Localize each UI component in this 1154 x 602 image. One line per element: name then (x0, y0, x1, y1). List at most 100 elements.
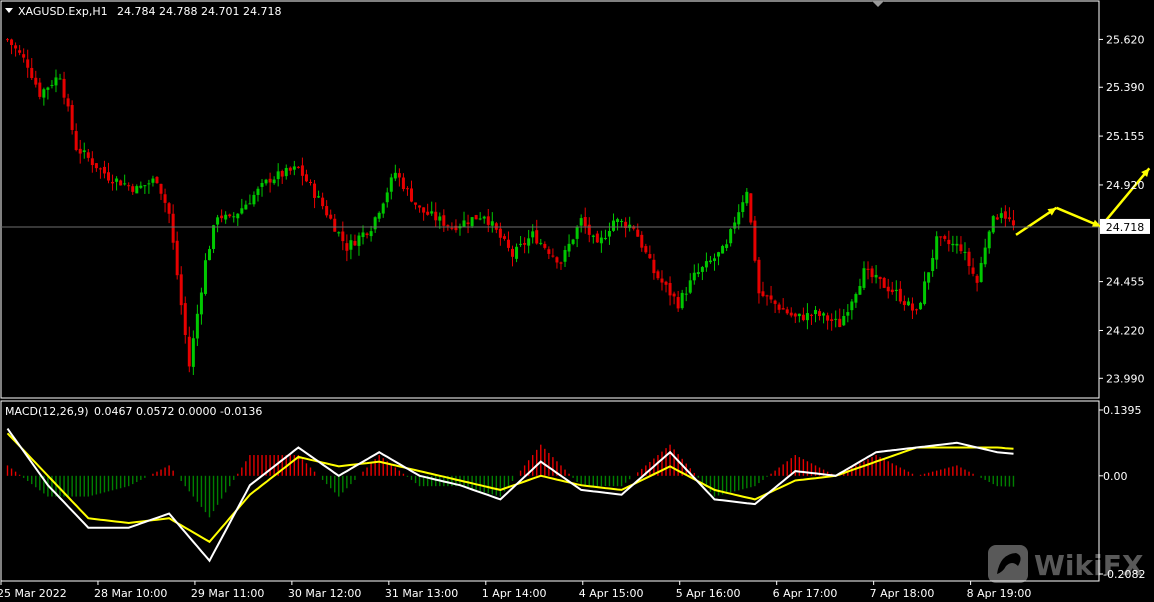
candle (894, 280, 898, 301)
candle (175, 231, 179, 280)
candle (42, 87, 46, 106)
candle (187, 326, 191, 373)
price-chart-window[interactable]: 25.620 25.390 25.155 24.920 24.455 24.220 23.9… (0, 0, 1154, 602)
candle (143, 185, 147, 194)
candle (183, 296, 187, 344)
candle (769, 285, 773, 304)
candle (842, 309, 846, 327)
candle (438, 212, 442, 229)
candle (179, 266, 183, 315)
candle (325, 200, 329, 218)
price-tick-label: 24.455 (1106, 276, 1145, 289)
candle (963, 242, 967, 261)
candle (612, 213, 615, 232)
candle (971, 258, 975, 277)
candle (652, 253, 656, 280)
candle (991, 214, 995, 235)
candle (967, 247, 971, 275)
candle (377, 211, 381, 223)
candle (595, 230, 599, 243)
candle (482, 215, 486, 224)
candle (426, 203, 430, 216)
candle (620, 218, 624, 228)
candle (14, 42, 18, 57)
time-tick-label: 5 Apr 16:00 (676, 587, 741, 600)
candle (232, 212, 236, 223)
candle (54, 69, 58, 93)
time-tick-label: 6 Apr 17:00 (773, 587, 838, 600)
time-tick-label: 29 Mar 11:00 (191, 587, 264, 600)
candle (587, 217, 591, 243)
candle (834, 310, 838, 328)
price-tick-label: 24.220 (1106, 324, 1145, 337)
candle (785, 306, 789, 315)
candle (995, 214, 999, 221)
candle (935, 231, 939, 269)
candle (139, 181, 143, 189)
scroll-marker-icon[interactable] (872, 1, 884, 7)
candle (30, 58, 34, 80)
candle (854, 292, 858, 308)
candle (381, 202, 385, 218)
candle (616, 217, 620, 231)
candle (272, 176, 276, 185)
candle (591, 234, 595, 244)
candle (212, 224, 216, 254)
candle (979, 256, 983, 283)
time-tick-label: 4 Apr 15:00 (579, 587, 644, 600)
time-tick-label: 25 Mar 2022 (0, 587, 67, 600)
candle (644, 243, 648, 254)
candle (838, 308, 842, 328)
candle (850, 299, 854, 320)
candle (474, 214, 478, 220)
candle (607, 222, 611, 245)
candle (329, 209, 333, 220)
time-tick-label: 28 Mar 10:00 (94, 587, 167, 600)
candle (543, 241, 547, 250)
candle (951, 235, 955, 253)
candle (86, 148, 90, 162)
forecast-arrow (1015, 206, 1058, 236)
candle (393, 164, 397, 182)
candle (603, 229, 607, 241)
candle (131, 183, 135, 195)
candle (656, 269, 660, 281)
candle (511, 245, 514, 267)
time-tick-label: 1 Apr 14:00 (482, 587, 547, 600)
candle (248, 194, 252, 205)
candle (547, 246, 551, 260)
candle (195, 304, 199, 346)
candle (927, 272, 931, 290)
candle (753, 216, 757, 263)
candle (119, 179, 123, 186)
candle (26, 49, 30, 78)
candle (288, 166, 292, 175)
candle (737, 204, 741, 230)
price-tick-label: 25.155 (1106, 130, 1145, 143)
candle (98, 167, 102, 179)
candle (224, 211, 228, 224)
candle (975, 274, 979, 292)
candle (826, 312, 830, 330)
candle (708, 255, 712, 264)
candle (357, 232, 361, 256)
candle (151, 175, 155, 187)
candle (220, 209, 224, 223)
svg-text:WikiFX: WikiFX (1034, 549, 1144, 582)
candle (317, 190, 321, 199)
candle (244, 200, 248, 210)
candle (216, 214, 220, 233)
candle (159, 183, 163, 200)
candle (252, 191, 256, 207)
candle (470, 216, 474, 229)
candle (999, 207, 1003, 224)
chevron-down-icon[interactable] (5, 8, 13, 13)
candle (446, 224, 450, 231)
candle (983, 238, 987, 268)
candle (268, 172, 272, 193)
candle (502, 233, 506, 241)
candle (1007, 207, 1011, 222)
candle (632, 225, 636, 231)
candle (38, 77, 42, 100)
candle (527, 229, 531, 254)
